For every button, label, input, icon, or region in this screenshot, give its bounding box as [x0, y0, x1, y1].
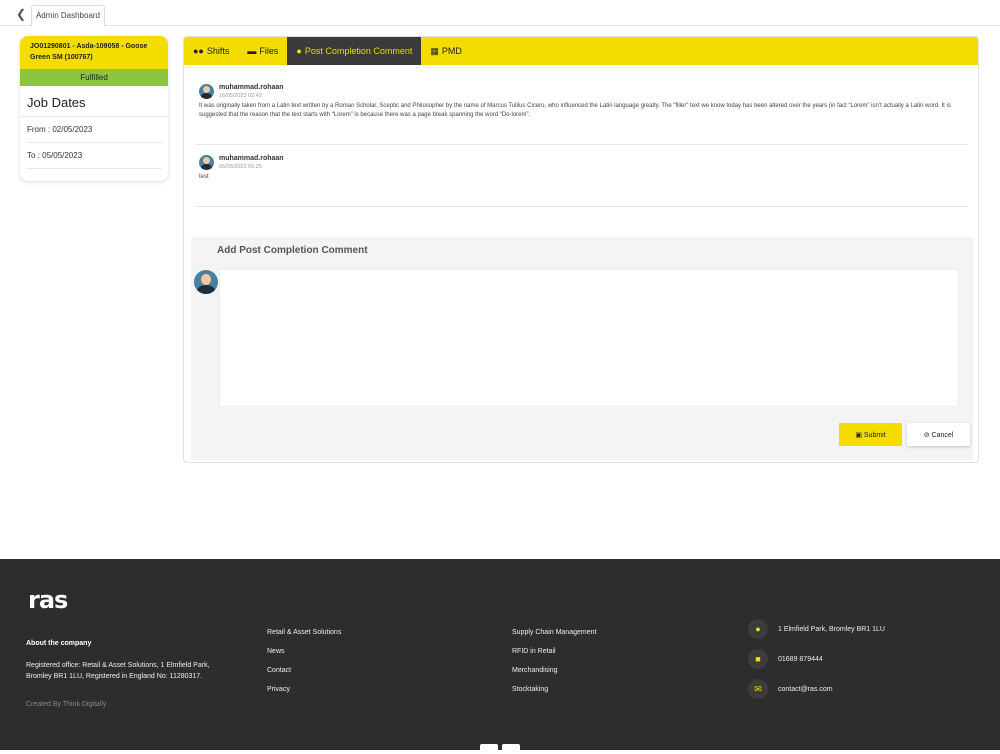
tab-bar: ●● Shifts ▬ Files ● Post Completion Comm…: [184, 37, 978, 65]
divider: [196, 144, 968, 145]
comment-timestamp: 05/05/2023 05:25: [219, 164, 262, 170]
contact-address: ● 1 Elmfield Park, Bromley BR1 1LU: [748, 619, 885, 639]
comment-item: muhammad.rohaan 05/05/2023 05:25 test: [199, 155, 967, 208]
submit-button[interactable]: ▣ Submit: [839, 423, 902, 446]
footer-link[interactable]: Merchandising: [512, 666, 596, 685]
top-bar: ❮ Admin Dashboard: [0, 0, 1000, 26]
contact-phone: ■ 01689 879444: [748, 649, 823, 669]
footer-link[interactable]: RFID in Retail: [512, 647, 596, 666]
phone-text[interactable]: 01689 879444: [778, 656, 823, 663]
tab-post-completion-comment[interactable]: ● Post Completion Comment: [287, 37, 422, 65]
linkedin-icon[interactable]: [480, 744, 498, 754]
about-text: Registered office: Retail & Asset Soluti…: [26, 662, 210, 680]
save-icon: ▣: [855, 431, 862, 439]
add-comment-section: Add Post Completion Comment ▣ Submit ⊘ C…: [191, 237, 973, 460]
add-comment-title: Add Post Completion Comment: [217, 245, 368, 256]
address-text: 1 Elmfield Park, Bromley BR1 1LU: [778, 625, 885, 633]
tab-files[interactable]: ▬ Files: [238, 37, 287, 65]
comment-text: test: [199, 174, 209, 180]
back-chevron-icon[interactable]: ❮: [10, 5, 32, 23]
tab-shifts[interactable]: ●● Shifts: [184, 37, 238, 65]
email-text[interactable]: contact@ras.com: [778, 686, 833, 693]
job-dates-title: Job Dates: [20, 86, 168, 117]
footer-links-col-2: Supply Chain Management RFID in Retail M…: [512, 628, 596, 704]
credit-link[interactable]: Created By Think Digitally: [26, 701, 106, 708]
footer-link[interactable]: Retail & Asset Solutions: [267, 628, 341, 647]
comments-icon: ●: [296, 46, 302, 56]
job-date-to: To : 05/05/2023: [26, 143, 162, 169]
tab-label: Post Completion Comment: [304, 46, 413, 56]
social-icon[interactable]: [502, 744, 520, 754]
logo-text: ras: [28, 586, 68, 614]
location-pin-icon: ●: [748, 619, 768, 639]
folder-icon: ▬: [247, 46, 257, 56]
breadcrumb-tab-admin-dashboard[interactable]: Admin Dashboard: [31, 5, 105, 26]
avatar: [194, 270, 218, 294]
ras-logo[interactable]: ras: [28, 586, 68, 614]
cancel-label: Cancel: [931, 431, 954, 439]
social-links: [480, 744, 520, 754]
tab-label: Shifts: [206, 46, 230, 56]
footer-link[interactable]: Supply Chain Management: [512, 628, 596, 647]
status-badge: Fulfilled: [20, 69, 168, 86]
comment-text: It was originally taken from a Latin tex…: [199, 103, 951, 118]
tab-label: PMD: [441, 46, 462, 56]
footer: ras About the company Registered office:…: [0, 559, 1000, 754]
avatar: [199, 84, 214, 99]
about-title: About the company: [26, 640, 92, 647]
address-book-icon: ■: [748, 649, 768, 669]
job-card: JO01290801 - Asda-109058 - Goose Green S…: [20, 36, 168, 181]
cancel-button[interactable]: ⊘ Cancel: [907, 423, 970, 446]
job-reference: JO01290801 - Asda-109058 - Goose Green S…: [20, 36, 168, 69]
footer-link[interactable]: Privacy: [267, 685, 341, 704]
divider: [196, 206, 968, 207]
tab-label: Files: [259, 46, 279, 56]
contact-email: ✉ contact@ras.com: [748, 679, 833, 699]
comment-textarea[interactable]: [219, 269, 959, 407]
file-edit-icon: ▦: [430, 45, 439, 56]
comment-user: muhammad.rohaan: [219, 155, 284, 162]
main-panel: ●● Shifts ▬ Files ● Post Completion Comm…: [183, 36, 979, 463]
footer-link[interactable]: Contact: [267, 666, 341, 685]
envelope-icon: ✉: [748, 679, 768, 699]
comment-timestamp: 16/05/2023 02:43: [219, 93, 262, 99]
footer-links-col-1: Retail & Asset Solutions News Contact Pr…: [267, 628, 341, 704]
comment-user: muhammad.rohaan: [219, 84, 284, 91]
ban-icon: ⊘: [923, 431, 930, 439]
users-icon: ●●: [193, 46, 204, 56]
avatar: [199, 155, 214, 170]
job-date-from: From : 02/05/2023: [26, 117, 162, 143]
footer-link[interactable]: Stocktaking: [512, 685, 596, 704]
submit-label: Submit: [863, 431, 886, 439]
comment-item: muhammad.rohaan 16/05/2023 02:43 It was …: [199, 84, 967, 146]
tab-pmd[interactable]: ▦ PMD: [421, 37, 471, 65]
footer-link[interactable]: News: [267, 647, 341, 666]
